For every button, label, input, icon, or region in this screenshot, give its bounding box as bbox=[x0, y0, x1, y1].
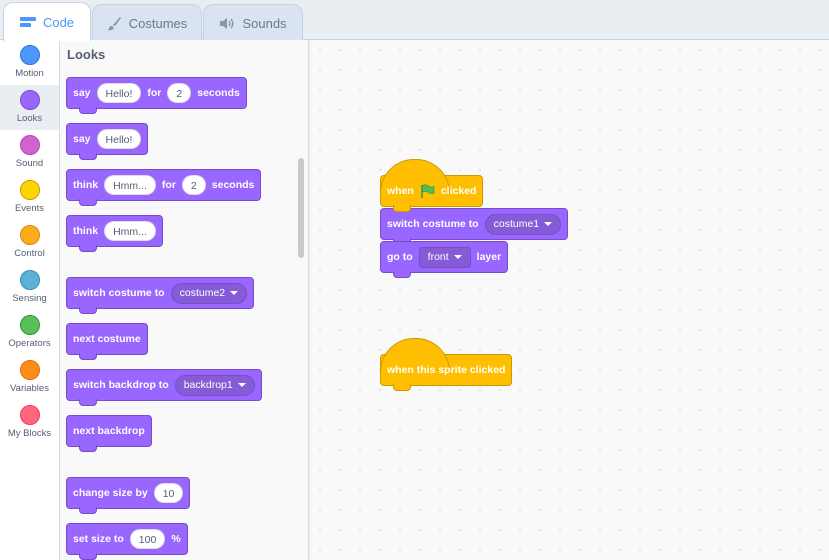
block-text: switch backdrop to bbox=[73, 379, 169, 391]
tab-costumes-label: Costumes bbox=[128, 15, 188, 31]
category-label: Operators bbox=[8, 338, 51, 349]
set-size-block[interactable]: set size to 100 % bbox=[66, 523, 188, 560]
caret-down-icon bbox=[237, 383, 246, 387]
block-text: for bbox=[161, 179, 176, 191]
block-text: % bbox=[171, 533, 181, 545]
block-text: say bbox=[73, 87, 91, 99]
block-text: clicked bbox=[440, 185, 477, 197]
palette-title: Looks bbox=[67, 47, 106, 62]
think-block[interactable]: think Hmm... bbox=[66, 215, 163, 252]
tab-costumes[interactable]: Costumes bbox=[92, 4, 202, 41]
block-text: change size by bbox=[73, 487, 148, 499]
sensing-dot-icon bbox=[19, 270, 40, 290]
looks-dot-icon bbox=[19, 90, 40, 110]
when-flag-clicked-block[interactable]: when clicked bbox=[380, 159, 484, 212]
size-input[interactable]: 100 bbox=[129, 529, 166, 549]
go-to-layer-block[interactable]: go to front layer bbox=[380, 241, 509, 278]
tab-code[interactable]: Code bbox=[3, 2, 91, 41]
size-input[interactable]: 10 bbox=[153, 483, 184, 503]
switch-costume-block[interactable]: switch costume to costume1 bbox=[380, 208, 569, 245]
category-events[interactable]: Events bbox=[0, 175, 59, 220]
block-text: switch costume to bbox=[73, 287, 165, 299]
backdrop-dropdown[interactable]: backdrop1 bbox=[174, 374, 255, 396]
code-icon bbox=[19, 16, 36, 28]
script-workspace[interactable]: when clicked switch costume to costume1 … bbox=[310, 40, 829, 560]
block-palette: Looks say Hello! for 2 seconds say Hello… bbox=[60, 40, 309, 560]
category-label: Sensing bbox=[12, 293, 47, 304]
palette-scrollbar[interactable] bbox=[298, 158, 304, 258]
costume-dropdown[interactable]: costume2 bbox=[170, 282, 248, 304]
say-block[interactable]: say Hello! bbox=[66, 123, 149, 160]
message-input[interactable]: Hmm... bbox=[104, 175, 156, 195]
caret-down-icon bbox=[544, 222, 553, 226]
block-text: think bbox=[73, 225, 99, 237]
block-text: switch costume to bbox=[387, 218, 479, 230]
change-size-block[interactable]: change size by 10 bbox=[66, 477, 191, 514]
control-dot-icon bbox=[19, 225, 40, 245]
category-label: Control bbox=[14, 248, 45, 259]
secs-input[interactable]: 2 bbox=[181, 175, 206, 195]
category-motion[interactable]: Motion bbox=[0, 40, 59, 85]
category-label: Sound bbox=[15, 158, 44, 169]
category-label: Motion bbox=[15, 68, 44, 79]
motion-dot-icon bbox=[19, 45, 40, 65]
category-menu: Motion Looks Sound Events Control Sensin… bbox=[0, 40, 60, 560]
category-label: My Blocks bbox=[7, 428, 52, 439]
category-sound[interactable]: Sound bbox=[0, 130, 59, 175]
switch-costume-block[interactable]: switch costume to costume2 bbox=[66, 277, 255, 314]
tab-code-label: Code bbox=[42, 14, 75, 30]
block-text: seconds bbox=[197, 87, 240, 99]
secs-input[interactable]: 2 bbox=[167, 83, 192, 103]
dropdown-value: backdrop1 bbox=[183, 378, 233, 391]
caret-down-icon bbox=[230, 291, 239, 295]
block-text: layer bbox=[476, 251, 502, 263]
category-variables[interactable]: Variables bbox=[0, 355, 59, 400]
tab-sounds[interactable]: Sounds bbox=[203, 4, 303, 41]
block-text: set size to bbox=[73, 533, 124, 545]
block-text: next backdrop bbox=[73, 425, 145, 437]
switch-backdrop-block[interactable]: switch backdrop to backdrop1 bbox=[66, 369, 262, 406]
block-text: go to bbox=[387, 251, 413, 263]
block-text: think bbox=[73, 179, 99, 191]
when-sprite-clicked-block[interactable]: when this sprite clicked bbox=[380, 338, 513, 391]
block-text: when this sprite clicked bbox=[387, 364, 506, 376]
paintbrush-icon bbox=[106, 16, 122, 31]
say-for-secs-block[interactable]: say Hello! for 2 seconds bbox=[66, 77, 247, 114]
dropdown-value: costume2 bbox=[179, 286, 226, 299]
block-text: for bbox=[147, 87, 162, 99]
block-text: seconds bbox=[211, 179, 255, 191]
editor-tabs: Code Costumes Sounds bbox=[0, 0, 829, 41]
category-label: Variables bbox=[10, 383, 49, 394]
block-text: when bbox=[387, 185, 414, 197]
category-label: Looks bbox=[16, 113, 43, 124]
variables-dot-icon bbox=[19, 360, 40, 380]
block-text: next costume bbox=[73, 333, 141, 345]
layer-dropdown[interactable]: front bbox=[418, 246, 471, 268]
category-label: Events bbox=[14, 203, 45, 214]
costume-dropdown[interactable]: costume1 bbox=[484, 213, 562, 235]
tab-sounds-label: Sounds bbox=[242, 15, 287, 31]
block-text: say bbox=[73, 133, 91, 145]
category-looks[interactable]: Looks bbox=[0, 85, 59, 130]
dropdown-value: costume1 bbox=[493, 217, 540, 230]
message-input[interactable]: Hmm... bbox=[104, 221, 156, 241]
next-backdrop-block[interactable]: next backdrop bbox=[66, 415, 152, 452]
operators-dot-icon bbox=[19, 315, 40, 335]
category-my-blocks[interactable]: My Blocks bbox=[0, 400, 59, 445]
message-input[interactable]: Hello! bbox=[96, 83, 142, 103]
category-operators[interactable]: Operators bbox=[0, 310, 59, 355]
my-blocks-dot-icon bbox=[19, 405, 40, 425]
green-flag-icon bbox=[420, 183, 435, 199]
next-costume-block[interactable]: next costume bbox=[66, 323, 148, 360]
think-for-secs-block[interactable]: think Hmm... for 2 seconds bbox=[66, 169, 262, 206]
caret-down-icon bbox=[453, 255, 462, 259]
dropdown-value: front bbox=[427, 250, 449, 263]
sound-dot-icon bbox=[19, 135, 40, 155]
category-sensing[interactable]: Sensing bbox=[0, 265, 59, 310]
message-input[interactable]: Hello! bbox=[96, 129, 142, 149]
speaker-icon bbox=[219, 17, 235, 30]
category-control[interactable]: Control bbox=[0, 220, 59, 265]
events-dot-icon bbox=[19, 180, 40, 200]
